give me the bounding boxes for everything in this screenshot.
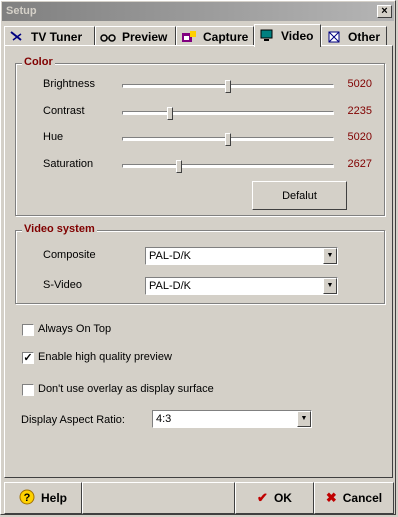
svideo-select[interactable]: PAL-D/K ▼ [145, 277, 338, 295]
video-system-group: Video system Composite PAL-D/K ▼ S-Video… [15, 223, 385, 304]
always-on-top-checkbox[interactable] [22, 324, 34, 336]
tab-label: Preview [122, 29, 168, 44]
chevron-down-icon[interactable]: ▼ [323, 278, 337, 294]
video-tab-panel: Color Brightness 5020 Contrast 2235 Hue … [4, 45, 393, 478]
cross-icon: ✖ [325, 490, 337, 505]
tab-strip: TV Tuner Preview Capture Video Other [4, 24, 394, 47]
color-group-title: Color [22, 56, 55, 68]
ok-label: OK [273, 491, 292, 505]
cancel-button[interactable]: ✖ Cancel [314, 482, 394, 514]
contrast-value: 2235 [347, 105, 372, 117]
other-icon [326, 30, 342, 44]
brightness-slider-thumb[interactable] [225, 80, 231, 93]
glasses-icon [100, 30, 116, 44]
svg-text:?: ? [24, 492, 31, 504]
tab-label: Capture [203, 29, 249, 44]
help-icon: ? [19, 489, 35, 508]
hue-label: Hue [43, 131, 64, 143]
cancel-label: Cancel [342, 491, 383, 505]
svideo-selected-value: PAL-D/K [149, 280, 191, 292]
tab-video[interactable]: Video [254, 24, 321, 47]
always-on-top-label[interactable]: Always On Top [38, 323, 111, 335]
check-icon: ✔ [257, 490, 268, 505]
color-group: Color Brightness 5020 Contrast 2235 Hue … [15, 56, 385, 216]
title-bar: Setup × [2, 2, 394, 21]
capture-icon [181, 30, 197, 44]
high-quality-preview-label[interactable]: Enable high quality preview [38, 351, 172, 363]
saturation-slider-track[interactable] [122, 164, 334, 168]
bottom-button-bar: ? Help ✔ OK ✖ Cancel [2, 480, 395, 514]
contrast-slider-track[interactable] [122, 111, 334, 115]
tab-label: Other [348, 29, 381, 44]
help-button[interactable]: ? Help [4, 482, 82, 514]
aspect-ratio-selected-value: 4:3 [156, 413, 172, 425]
aspect-ratio-select[interactable]: 4:3 ▼ [152, 410, 312, 428]
help-label: Help [40, 491, 67, 505]
video-system-group-title: Video system [22, 223, 97, 235]
setup-window: Setup × TV Tuner Preview Capture Video O… [0, 0, 396, 515]
bottom-spacer [82, 482, 235, 514]
brightness-label: Brightness [43, 78, 95, 90]
saturation-value: 2627 [347, 158, 372, 170]
default-button[interactable]: Defalut [252, 181, 347, 210]
tab-capture[interactable]: Capture [176, 26, 254, 46]
window-title: Setup [6, 5, 37, 17]
tab-label: Video [281, 29, 314, 43]
composite-selected-value: PAL-D/K [149, 250, 191, 262]
close-button[interactable]: × [377, 5, 392, 18]
no-overlay-checkbox[interactable] [22, 384, 34, 396]
composite-select[interactable]: PAL-D/K ▼ [145, 247, 338, 265]
tab-other[interactable]: Other [321, 26, 387, 46]
saturation-label: Saturation [43, 158, 94, 170]
saturation-slider-thumb[interactable] [175, 160, 182, 173]
ok-button[interactable]: ✔ OK [235, 482, 314, 514]
contrast-label: Contrast [43, 105, 85, 117]
brightness-value: 5020 [347, 78, 372, 90]
tab-preview[interactable]: Preview [95, 26, 176, 46]
chevron-down-icon[interactable]: ▼ [323, 248, 337, 264]
aspect-ratio-label: Display Aspect Ratio: [21, 414, 125, 426]
tab-tv-tuner[interactable]: TV Tuner [4, 26, 95, 46]
chevron-down-icon[interactable]: ▼ [297, 411, 311, 427]
high-quality-preview-checkbox[interactable]: ✓ [22, 352, 34, 364]
hue-slider-thumb[interactable] [225, 133, 231, 146]
tab-label: TV Tuner [31, 29, 83, 44]
contrast-slider-thumb[interactable] [167, 107, 174, 120]
composite-label: Composite [43, 249, 96, 261]
tv-tuner-icon [9, 30, 25, 44]
no-overlay-label[interactable]: Don't use overlay as display surface [38, 383, 214, 395]
hue-value: 5020 [347, 131, 372, 143]
svideo-label: S-Video [43, 279, 82, 291]
monitor-icon [259, 29, 275, 43]
